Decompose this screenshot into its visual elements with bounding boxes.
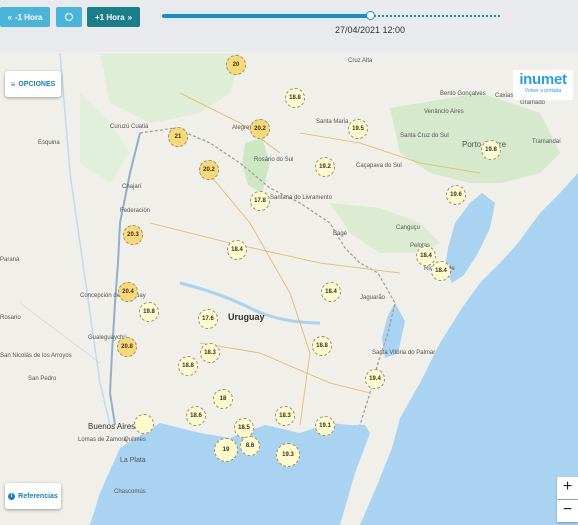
station-marker[interactable]: 19.1 — [315, 416, 335, 436]
station-marker[interactable]: 17.6 — [198, 309, 218, 329]
options-label: OPCIONES — [18, 80, 56, 88]
label-venancio: Venâncio Aires — [424, 109, 464, 115]
label-chajari: Chajarí — [122, 184, 142, 190]
station-marker[interactable]: 18.3 — [200, 343, 220, 363]
station-marker[interactable]: 18.8 — [312, 336, 332, 356]
previous-hour-button[interactable]: « -1 Hora — [0, 7, 50, 27]
brand-logo[interactable]: inumet Volver a portada — [513, 70, 573, 100]
station-marker[interactable]: 20.8 — [117, 337, 137, 357]
time-slider-progress — [162, 14, 370, 18]
label-tramandai: Tramandaí — [532, 139, 561, 145]
label-cruz-alta: Cruz Alta — [348, 58, 373, 64]
label-cacapava: Caçapava do Sul — [356, 163, 402, 169]
label-gramado: Gramado — [520, 100, 546, 106]
label-federacion: Federación — [120, 208, 151, 214]
station-marker[interactable]: 20.2 — [199, 160, 219, 180]
station-marker[interactable]: 19.2 — [315, 157, 335, 177]
label-santa-vitoria: Santa Vitória do Palmar — [372, 350, 436, 356]
station-marker[interactable]: 20.2 — [250, 119, 270, 139]
label-buenos-aires: Buenos Aires — [88, 422, 136, 431]
station-marker[interactable]: 20 — [226, 55, 246, 75]
station-marker[interactable]: 18.3 — [275, 406, 295, 426]
station-marker[interactable]: 19 — [214, 438, 238, 462]
label-lomas: Lomas de Zamora — [78, 437, 127, 443]
references-label: Referencias — [18, 492, 58, 500]
label-esquina: Esquina — [38, 140, 60, 146]
time-control-bar: « -1 Hora +1 Hora » 27/04/2021 12:00 — [0, 0, 578, 52]
double-chevron-right-icon: » — [127, 12, 133, 22]
brand-name: inumet — [519, 71, 567, 88]
label-bage: Bagé — [333, 231, 348, 237]
label-parana: Paraná — [0, 257, 20, 263]
references-button[interactable]: i Referencias — [5, 483, 61, 509]
station-marker[interactable]: 18.8 — [285, 88, 305, 108]
station-marker[interactable]: 18.8 — [178, 356, 198, 376]
label-chascomus: Chascomús — [114, 489, 146, 495]
double-chevron-left-icon: « — [7, 12, 12, 22]
station-marker[interactable]: 18.6 — [186, 406, 206, 426]
previous-hour-label: -1 Hora — [14, 12, 43, 22]
station-marker[interactable]: 18 — [213, 389, 233, 409]
station-marker[interactable]: 19.8 — [139, 302, 159, 322]
label-uruguay: Uruguay — [228, 312, 265, 322]
current-time-button[interactable] — [56, 7, 82, 27]
station-marker[interactable]: 8.6 — [240, 436, 260, 456]
target-icon — [65, 13, 73, 21]
menu-icon: ≡ — [10, 79, 16, 89]
station-marker[interactable]: 21 — [168, 127, 188, 147]
label-la-plata: La Plata — [120, 457, 146, 464]
station-marker[interactable]: 18.4 — [431, 261, 451, 281]
label-jaguarao: Jaguarão — [360, 295, 386, 301]
label-goncalves: Bento Gonçalves — [440, 91, 486, 97]
station-marker[interactable]: 19.6 — [446, 185, 466, 205]
label-santana: Santana do Livramento — [270, 195, 333, 201]
station-marker[interactable]: 19.3 — [276, 443, 300, 467]
label-santa-maria: Santa Maria — [316, 119, 349, 125]
station-marker[interactable]: 18.4 — [321, 282, 341, 302]
station-marker[interactable]: 19.8 — [481, 140, 501, 160]
zoom-out-button[interactable]: − — [557, 500, 578, 522]
next-hour-label: +1 Hora — [94, 12, 125, 22]
map-view[interactable]: Uruguay Alegrete Santana do Livramento B… — [0, 53, 578, 525]
back-to-home-link[interactable]: Volver a portada — [513, 88, 573, 94]
current-datetime: 27/04/2021 12:00 — [334, 25, 406, 35]
label-santa-cruz: Santa Cruz do Sul — [400, 133, 449, 139]
station-marker[interactable]: 18.4 — [227, 240, 247, 260]
label-curuzu: Curuzú Cuatiá — [110, 124, 149, 130]
options-button[interactable]: ≡ OPCIONES — [5, 71, 61, 97]
station-marker[interactable]: 19.5 — [348, 119, 368, 139]
station-marker[interactable]: 18.5 — [234, 418, 254, 438]
time-slider-handle[interactable] — [366, 11, 375, 20]
station-marker[interactable]: 19.4 — [365, 369, 385, 389]
label-rosario: Rosário do Sul — [254, 157, 294, 163]
label-san-pedro: San Pedro — [28, 376, 57, 382]
station-marker[interactable] — [134, 414, 154, 434]
label-quilmes: Quilmes — [124, 437, 147, 443]
label-caxias: Caxias — [495, 93, 514, 99]
next-hour-button[interactable]: +1 Hora » — [87, 7, 140, 27]
station-marker[interactable]: 17.8 — [250, 191, 270, 211]
time-slider-track[interactable] — [162, 14, 500, 18]
label-san-nicolas: San Nicolás de los Arroyos — [0, 353, 72, 359]
info-icon: i — [8, 492, 16, 500]
station-marker[interactable]: 20.4 — [118, 282, 138, 302]
station-marker[interactable]: 20.3 — [123, 225, 143, 245]
zoom-in-button[interactable]: + — [557, 477, 578, 499]
label-cangucu: Canguçu — [396, 225, 421, 231]
label-rosario-ar: Rosario — [0, 315, 21, 321]
